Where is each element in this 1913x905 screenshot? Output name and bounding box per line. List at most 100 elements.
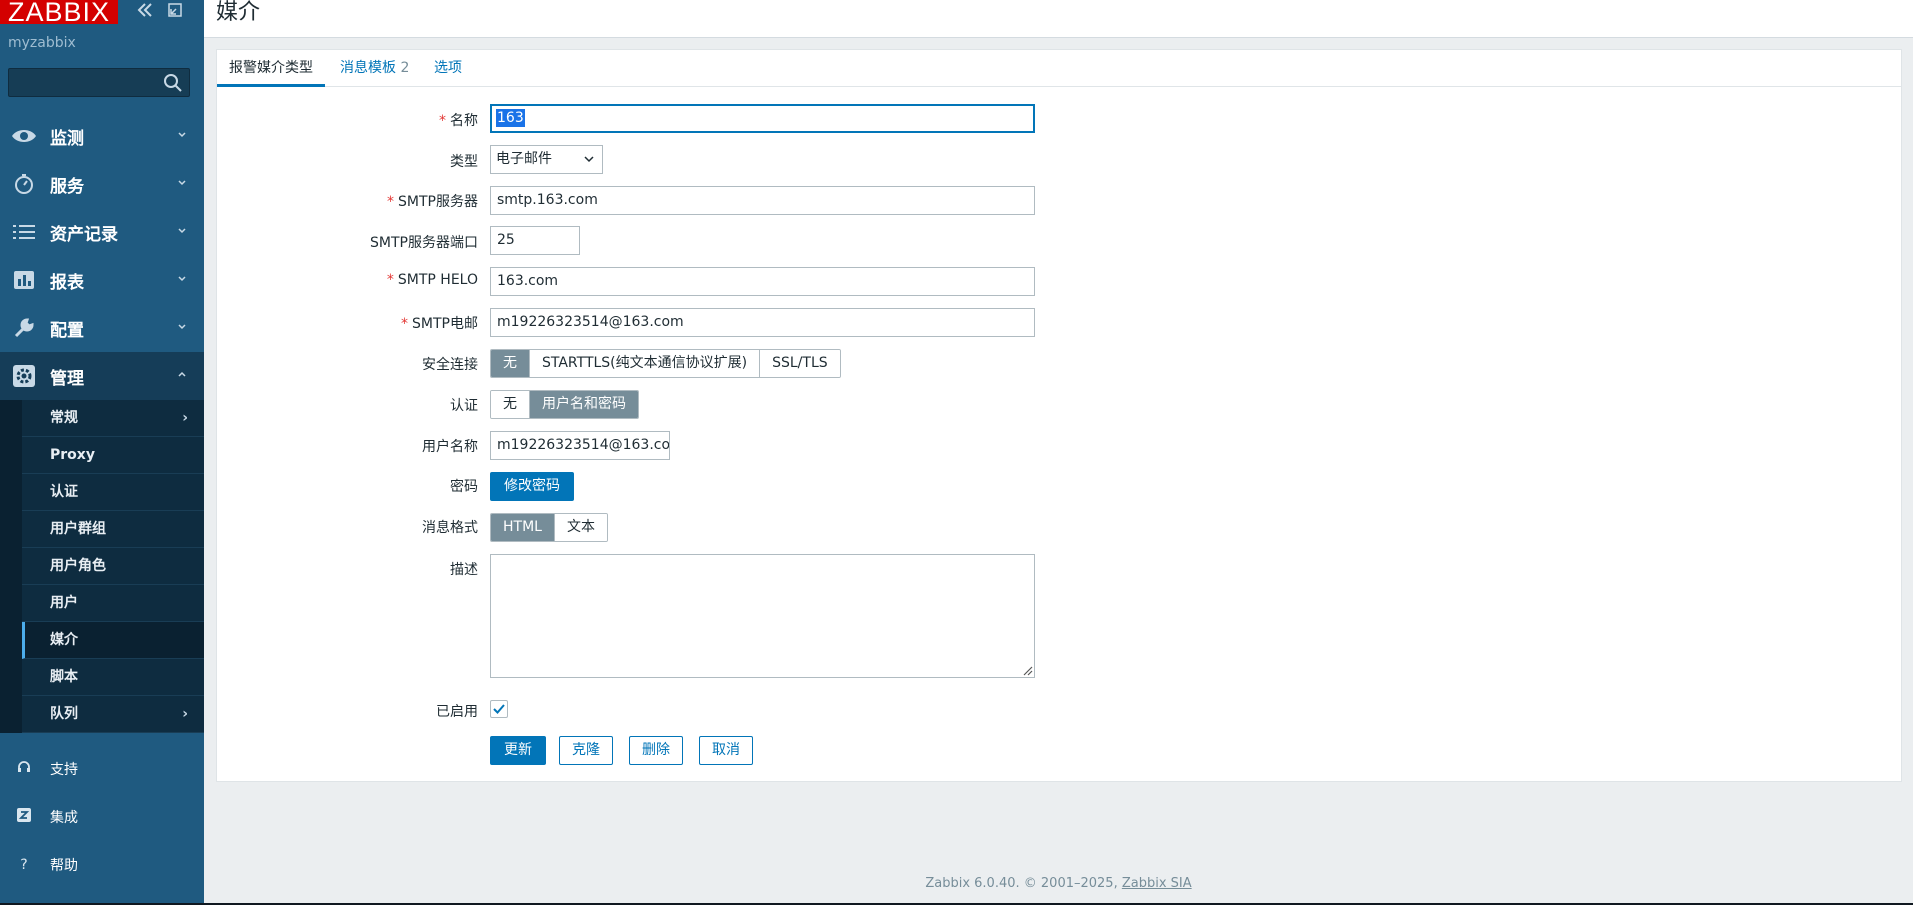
submenu-item-label: 用户群组 <box>50 521 106 537</box>
username-input[interactable]: m19226323514@163.com <box>490 431 670 460</box>
chevron-down-icon <box>584 156 594 163</box>
footer-text: Zabbix 6.0.40. © 2001–2025, <box>925 876 1122 891</box>
enabled-checkbox[interactable] <box>490 700 508 718</box>
smtp-port-input[interactable]: 25 <box>490 226 580 255</box>
required-asterisk: * <box>401 316 409 332</box>
submenu-item-label: 媒介 <box>50 632 78 648</box>
submenu-item-general[interactable]: 常规 › <box>22 400 204 437</box>
menu-item-services[interactable]: 服务 <box>0 160 204 208</box>
zabbix-z-icon <box>14 808 34 826</box>
smtp-helo-input[interactable]: 163.com <box>490 267 1035 296</box>
smtp-port-label: SMTP服务器端口 <box>370 235 478 251</box>
chevron-down-icon <box>178 276 186 282</box>
submenu-item-label: 用户 <box>50 595 78 611</box>
submenu-item-label: 认证 <box>50 484 78 500</box>
menu-item-monitoring[interactable]: 监测 <box>0 112 204 160</box>
chevron-down-icon <box>178 228 186 234</box>
chevron-right-icon: › <box>182 410 188 426</box>
server-name: myzabbix <box>8 35 76 51</box>
submenu-item-user-roles[interactable]: 用户角色 <box>22 548 204 585</box>
username-label: 用户名称 <box>422 439 478 455</box>
eye-icon <box>10 124 38 148</box>
security-label: 安全连接 <box>422 357 478 373</box>
collapse-sidebar-icon[interactable] <box>136 0 154 25</box>
menu-item-label: 报表 <box>50 272 84 293</box>
main-menu: 监测 服务 资产记录 报表 配置 管理 常规 › Proxy 认证 用户群组 用… <box>0 112 204 733</box>
auth-option-none[interactable]: 无 <box>491 391 530 418</box>
question-icon: ? <box>20 857 28 873</box>
password-label: 密码 <box>450 479 478 495</box>
chevron-up-icon <box>178 371 186 377</box>
update-button[interactable]: 更新 <box>490 736 546 765</box>
type-selected-value: 电子邮件 <box>496 151 552 167</box>
page-footer: Zabbix 6.0.40. © 2001–2025, Zabbix SIA <box>204 876 1913 891</box>
submenu-item-queue[interactable]: 队列 › <box>22 696 204 733</box>
bar-chart-icon <box>10 268 38 292</box>
name-input[interactable]: 163 <box>490 104 1035 133</box>
format-option-html[interactable]: HTML <box>491 514 555 541</box>
chevron-down-icon <box>178 180 186 186</box>
menu-item-label: 监测 <box>50 128 84 149</box>
checkmark-icon <box>493 704 505 714</box>
menu-item-configuration[interactable]: 配置 <box>0 304 204 352</box>
clone-button[interactable]: 克隆 <box>559 736 613 765</box>
submenu-item-label: 队列 <box>50 706 78 722</box>
security-option-none[interactable]: 无 <box>491 350 530 377</box>
smtp-server-input[interactable]: smtp.163.com <box>490 186 1035 215</box>
change-password-button[interactable]: 修改密码 <box>490 472 574 501</box>
sidebar-bottom-links: 支持 集成 ? 帮助 <box>0 745 204 889</box>
security-segmented-control: 无 STARTTLS(纯文本通信协议扩展) SSL/TLS <box>490 349 841 378</box>
submenu-item-proxy[interactable]: Proxy <box>22 437 204 474</box>
smtp-server-label: * SMTP服务器 <box>387 194 478 210</box>
type-select[interactable]: 电子邮件 <box>490 145 603 174</box>
form-labels: * 名称 类型 * SMTP服务器 SMTP服务器端口 * SMTP HELO * SM… <box>217 50 478 781</box>
zabbix-logo[interactable]: ZABBIX <box>0 0 118 24</box>
format-option-text[interactable]: 文本 <box>554 514 607 541</box>
submenu-item-label: 用户角色 <box>50 558 106 574</box>
smtp-email-input[interactable]: m19226323514@163.com <box>490 308 1035 337</box>
headset-icon <box>14 760 34 778</box>
message-format-segmented-control: HTML 文本 <box>490 513 608 542</box>
search-input[interactable] <box>8 68 190 97</box>
help-label: 帮助 <box>50 858 78 874</box>
submenu-item-scripts[interactable]: 脚本 <box>22 659 204 696</box>
name-value: 163 <box>496 109 525 127</box>
auth-option-username-password[interactable]: 用户名和密码 <box>530 391 638 418</box>
resize-grip-icon[interactable] <box>1021 664 1033 676</box>
page-header: 媒介 <box>204 0 1913 38</box>
required-asterisk: * <box>439 113 446 129</box>
description-textarea[interactable] <box>490 554 1035 678</box>
submenu-item-users[interactable]: 用户 <box>22 585 204 622</box>
message-format-label: 消息格式 <box>422 520 478 536</box>
admin-submenu: 常规 › Proxy 认证 用户群组 用户角色 用户 媒介 脚本 队列 › <box>0 400 204 733</box>
menu-item-label: 服务 <box>50 176 84 197</box>
stopwatch-icon <box>10 172 38 196</box>
auth-label: 认证 <box>450 398 478 414</box>
submenu-item-media[interactable]: 媒介 <box>22 622 204 659</box>
help-link[interactable]: ? 帮助 <box>0 841 204 889</box>
submenu-item-label: 脚本 <box>50 669 78 685</box>
submenu-item-label: 常规 <box>50 410 78 426</box>
security-option-ssl-tls[interactable]: SSL/TLS <box>760 350 840 377</box>
support-label: 支持 <box>50 762 78 778</box>
delete-button[interactable]: 删除 <box>629 736 683 765</box>
menu-item-label: 管理 <box>50 368 84 389</box>
integrations-link[interactable]: 集成 <box>0 793 204 841</box>
list-icon <box>10 220 38 244</box>
menu-item-inventory[interactable]: 资产记录 <box>0 208 204 256</box>
submenu-item-authentication[interactable]: 认证 <box>22 474 204 511</box>
type-label: 类型 <box>450 154 478 170</box>
menu-item-reports[interactable]: 报表 <box>0 256 204 304</box>
footer-link[interactable]: Zabbix SIA <box>1122 876 1192 891</box>
auth-segmented-control: 无 用户名和密码 <box>490 390 639 419</box>
chevron-down-icon <box>178 324 186 330</box>
kiosk-mode-icon[interactable] <box>166 0 184 25</box>
search-icon[interactable] <box>163 73 183 93</box>
sidebar: ZABBIX myzabbix 监测 服务 资产记录 报表 配置 管理 常规 ›… <box>0 0 204 905</box>
cancel-button[interactable]: 取消 <box>699 736 753 765</box>
menu-item-administration[interactable]: 管理 <box>0 352 204 400</box>
name-label: * 名称 <box>439 113 478 129</box>
support-link[interactable]: 支持 <box>0 745 204 793</box>
submenu-item-user-groups[interactable]: 用户群组 <box>22 511 204 548</box>
security-option-starttls[interactable]: STARTTLS(纯文本通信协议扩展) <box>530 350 761 377</box>
